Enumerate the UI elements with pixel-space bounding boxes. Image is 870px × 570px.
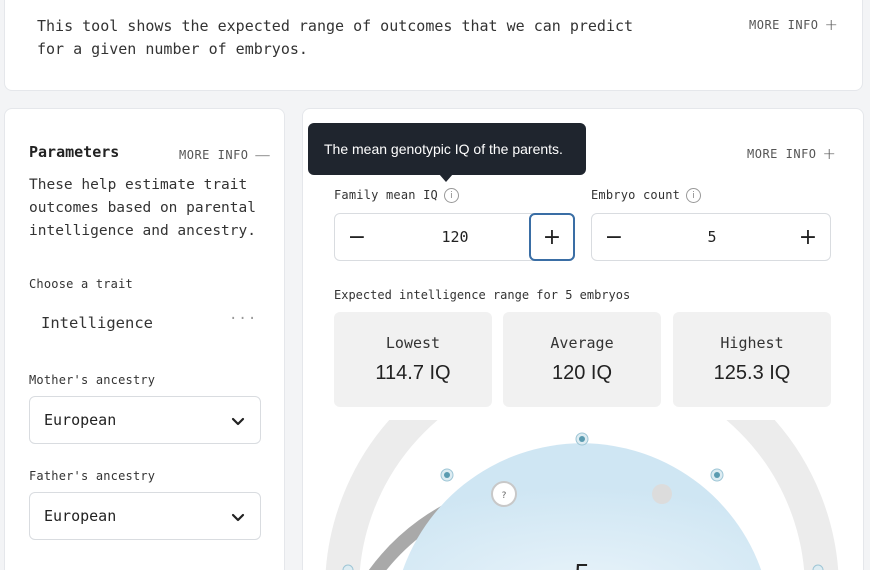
plus-icon: + <box>824 15 839 34</box>
mother-ancestry-select[interactable]: European <box>29 396 261 444</box>
family-iq-value[interactable]: 120 <box>379 214 531 260</box>
increment-iq-button[interactable]: + <box>529 213 575 261</box>
plus-icon: + <box>822 144 837 163</box>
more-info-label: MORE INFO <box>747 146 817 161</box>
stat-label: Average <box>550 334 614 352</box>
intro-text: This tool shows the expected range of ou… <box>37 17 634 58</box>
tooltip: The mean genotypic IQ of the parents. <box>308 123 586 175</box>
gauge-handle-glyph: ? <box>502 491 507 501</box>
embryo-count-label-text: Embryo count <box>591 188 681 202</box>
chevron-down-icon <box>231 417 245 426</box>
stat-lowest: Lowest 114.7 IQ <box>334 312 492 407</box>
stat-value: 120 IQ <box>551 362 613 384</box>
more-options-icon[interactable]: ··· <box>229 311 257 327</box>
plus-icon: + <box>542 224 562 250</box>
parameters-description: These help estimate trait outcomes based… <box>29 177 256 239</box>
family-iq-label: Family mean IQ i <box>334 188 459 203</box>
gauge-marker[interactable] <box>710 468 724 482</box>
gauge-center-value: 5 <box>575 558 589 570</box>
stat-value: 114.7 IQ <box>375 362 451 384</box>
gauge-fill <box>402 443 762 570</box>
embryo-count-label: Embryo count i <box>591 188 702 203</box>
trait-selector[interactable]: Intelligence <box>41 314 153 332</box>
stat-label: Lowest <box>385 334 441 352</box>
parameters-more-info-button[interactable]: MORE INFO — <box>179 145 271 164</box>
intro-more-info-button[interactable]: MORE INFO + <box>749 15 838 34</box>
gauge-marker[interactable] <box>440 468 454 482</box>
stat-value: 125.3 IQ <box>713 362 791 384</box>
increment-embryo-button[interactable]: + <box>786 214 830 260</box>
info-icon[interactable]: i <box>443 188 459 203</box>
mother-ancestry-value: European <box>44 411 117 429</box>
father-ancestry-select[interactable]: European <box>29 492 261 540</box>
embryo-gauge: ? 5 <box>325 420 839 570</box>
father-ancestry-value: European <box>44 507 117 525</box>
stat-average: Average 120 IQ <box>503 312 661 407</box>
mother-ancestry-label: Mother's ancestry <box>29 373 156 387</box>
embryo-count-stepper: − 5 + <box>591 213 831 261</box>
parameters-title: Parameters <box>29 143 120 161</box>
gauge-marker[interactable] <box>575 432 589 446</box>
decrement-iq-button[interactable]: − <box>335 214 379 260</box>
embryo-count-value[interactable]: 5 <box>636 214 788 260</box>
gauge-step-dot <box>652 484 672 504</box>
stat-highest: Highest 125.3 IQ <box>673 312 831 407</box>
stat-label: Highest <box>720 334 784 352</box>
family-iq-label-text: Family mean IQ <box>334 188 438 202</box>
more-info-label: MORE INFO <box>179 147 249 162</box>
minus-icon: — <box>254 145 272 164</box>
more-info-label: MORE INFO <box>749 17 819 32</box>
parameters-card: Parameters MORE INFO — These help estima… <box>4 108 285 570</box>
range-label: Expected intelligence range for 5 embryo… <box>334 288 631 302</box>
intro-card: This tool shows the expected range of ou… <box>4 0 863 91</box>
decrement-embryo-button[interactable]: − <box>592 214 636 260</box>
trait-label: Choose a trait <box>29 277 133 291</box>
chevron-down-icon <box>231 513 245 522</box>
tooltip-arrow <box>439 174 453 182</box>
father-ancestry-label: Father's ancestry <box>29 469 156 483</box>
info-icon[interactable]: i <box>686 188 702 203</box>
results-more-info-button[interactable]: MORE INFO + <box>747 144 836 163</box>
